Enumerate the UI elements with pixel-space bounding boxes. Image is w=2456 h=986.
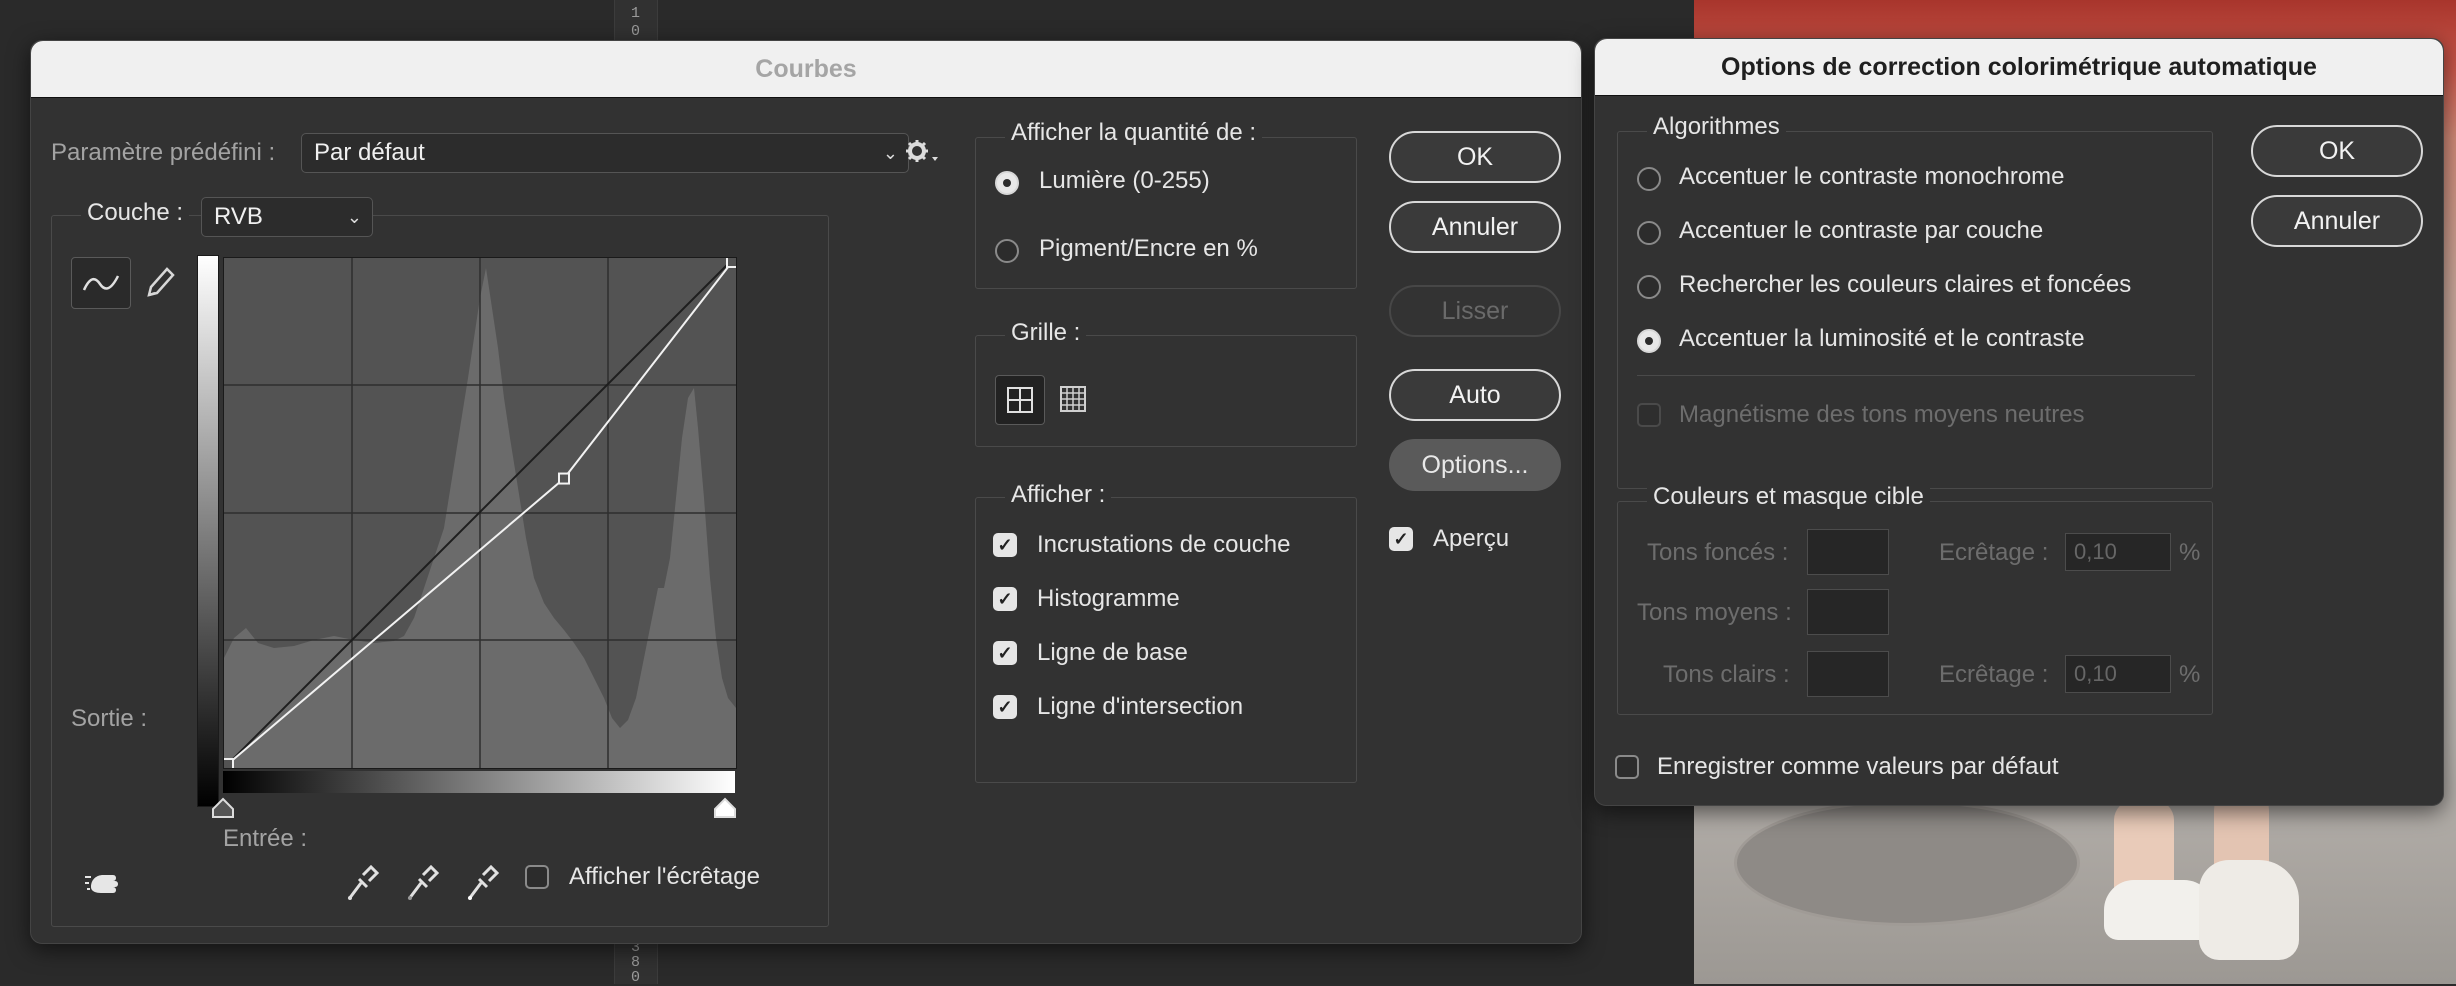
black-point-slider-icon[interactable] — [211, 797, 235, 819]
simple-grid-icon[interactable] — [995, 375, 1045, 425]
channel-overlays-label: Incrustations de couche — [1037, 531, 1291, 558]
highlights-clip-input[interactable]: 0,10 — [2065, 655, 2171, 693]
per-channel-contrast-radio[interactable] — [1637, 221, 1661, 245]
preset-value: Par défaut — [314, 139, 425, 166]
histogram-checkbox[interactable]: ✓ — [993, 587, 1017, 611]
grid-title: Grille : — [1005, 319, 1087, 347]
preset-label: Paramètre prédéfini : — [51, 139, 276, 166]
save-as-defaults-label: Enregistrer comme valeurs par défaut — [1657, 753, 2059, 780]
display-title: Afficher : — [1005, 481, 1112, 509]
shadows-clip-label: Ecrêtage : — [1939, 539, 2049, 566]
midtones-label: Tons moyens : — [1637, 599, 1792, 626]
highlights-label: Tons clairs : — [1663, 661, 1790, 688]
percent-label: % — [2179, 539, 2201, 566]
options-button[interactable]: Options... — [1389, 439, 1561, 491]
targeted-adjustment-hand-icon[interactable] — [81, 863, 125, 903]
preset-select[interactable]: Par défaut ⌄ — [301, 133, 909, 173]
curves-title: Courbes — [31, 41, 1581, 98]
divider — [1637, 375, 2195, 376]
light-radio[interactable] — [995, 171, 1019, 195]
intersection-line-checkbox[interactable]: ✓ — [993, 695, 1017, 719]
auto-cancel-button[interactable]: Annuler — [2251, 195, 2423, 247]
detailed-grid-icon[interactable] — [1049, 375, 1097, 423]
percent-label: % — [2179, 661, 2201, 688]
input-label: Entrée : — [223, 825, 308, 852]
channel-overlays-checkbox[interactable]: ✓ — [993, 533, 1017, 557]
algorithm-option-label: Accentuer le contraste par couche — [1679, 217, 2044, 244]
curves-graph-canvas[interactable] — [222, 256, 738, 770]
photo-sneaker — [2104, 880, 2214, 940]
white-point-slider-icon[interactable] — [713, 797, 737, 819]
algorithms-title: Algorithmes — [1647, 113, 1786, 141]
baseline-label: Ligne de base — [1037, 639, 1188, 666]
photo-sneaker — [2199, 860, 2299, 960]
ruler-digit: 8 — [631, 954, 641, 971]
channel-select[interactable]: RVB ⌄ — [201, 197, 373, 237]
baseline-checkbox[interactable]: ✓ — [993, 641, 1017, 665]
channel-value: RVB — [214, 203, 263, 230]
ruler-digit: 1 — [631, 5, 641, 22]
photo-manhole — [1734, 800, 2080, 926]
channel-label: Couche : — [81, 199, 190, 227]
input-gradient-bar — [223, 771, 735, 793]
curve-control-point[interactable] — [726, 256, 738, 268]
show-clipping-checkbox[interactable] — [525, 865, 549, 889]
show-clipping-label: Afficher l'écrêtage — [569, 863, 760, 890]
target-colors-title: Couleurs et masque cible — [1647, 483, 1930, 511]
show-amount-title: Afficher la quantité de : — [1005, 119, 1263, 147]
pencil-icon[interactable] — [139, 259, 179, 303]
pigment-option-label: Pigment/Encre en % — [1039, 235, 1258, 262]
curve-point-tool-icon[interactable] — [71, 257, 131, 309]
preview-checkbox[interactable]: ✓ — [1389, 527, 1413, 551]
curves-graph[interactable] — [222, 256, 738, 770]
auto-ok-button[interactable]: OK — [2251, 125, 2423, 177]
save-as-defaults-checkbox[interactable] — [1615, 755, 1639, 779]
curve-control-point[interactable] — [222, 758, 234, 770]
algorithm-option-label: Accentuer la luminosité et le contraste — [1679, 325, 2085, 352]
intersection-line-label: Ligne d'intersection — [1037, 693, 1244, 720]
show-amount-group — [975, 137, 1357, 289]
chevron-down-icon: ⌄ — [346, 207, 362, 227]
auto-options-title: Options de correction colorimétrique aut… — [1595, 39, 2443, 96]
auto-color-options-dialog: Options de correction colorimétrique aut… — [1594, 38, 2444, 806]
cancel-button[interactable]: Annuler — [1389, 201, 1561, 253]
white-eyedropper-icon[interactable] — [461, 861, 501, 905]
preview-label: Aperçu — [1433, 525, 1510, 552]
gray-eyedropper-icon[interactable] — [401, 861, 441, 905]
highlights-clip-label: Ecrêtage : — [1939, 661, 2049, 688]
shadows-clip-input[interactable]: 0,10 — [2065, 533, 2171, 571]
ruler-digit: 0 — [631, 23, 641, 40]
curve-control-point[interactable] — [558, 472, 570, 485]
chevron-down-icon: ⌄ — [882, 143, 898, 163]
snap-neutral-midtones-checkbox[interactable] — [1637, 403, 1661, 427]
gear-icon[interactable] — [903, 137, 943, 169]
shadows-label: Tons foncés : — [1647, 539, 1789, 566]
ruler-digit: 0 — [631, 969, 641, 986]
algorithm-option-label: Rechercher les couleurs claires et foncé… — [1679, 271, 2132, 298]
auto-button[interactable]: Auto — [1389, 369, 1561, 421]
histogram-label: Histogramme — [1037, 585, 1180, 612]
snap-neutral-midtones-label: Magnétisme des tons moyens neutres — [1679, 401, 2085, 428]
output-gradient-bar — [197, 255, 219, 807]
shadows-color-swatch[interactable] — [1807, 529, 1889, 575]
smooth-button[interactable]: Lisser — [1389, 285, 1561, 337]
find-dark-light-radio[interactable] — [1637, 275, 1661, 299]
monochromatic-contrast-radio[interactable] — [1637, 167, 1661, 191]
brightness-contrast-radio[interactable] — [1637, 329, 1661, 353]
highlights-color-swatch[interactable] — [1807, 651, 1889, 697]
curves-dialog: Courbes Paramètre prédéfini : Par défaut… — [30, 40, 1582, 944]
midtones-color-swatch[interactable] — [1807, 589, 1889, 635]
algorithm-option-label: Accentuer le contraste monochrome — [1679, 163, 2065, 190]
output-label: Sortie : — [71, 705, 148, 732]
black-eyedropper-icon[interactable] — [341, 861, 381, 905]
pigment-radio[interactable] — [995, 239, 1019, 263]
light-option-label: Lumière (0-255) — [1039, 167, 1210, 194]
ok-button[interactable]: OK — [1389, 131, 1561, 183]
